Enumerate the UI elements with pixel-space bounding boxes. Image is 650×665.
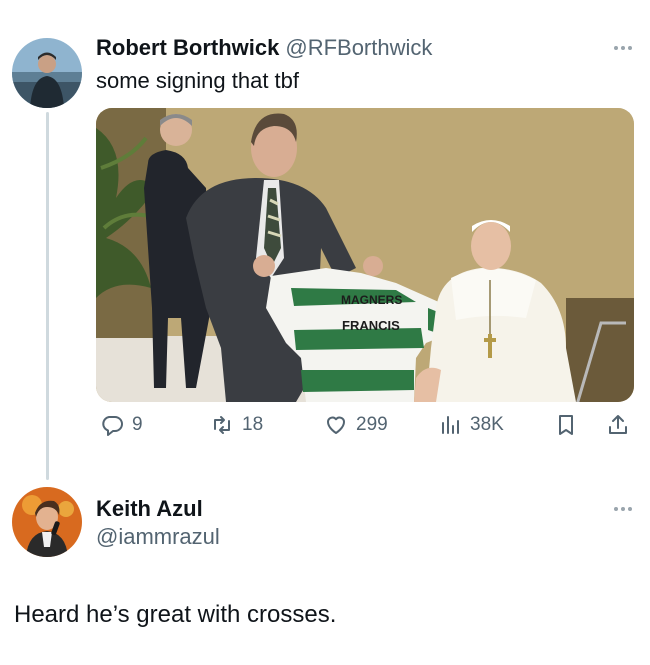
retweet-count: 18	[242, 414, 264, 435]
author-handle[interactable]: @iammrazul	[96, 524, 220, 550]
share-button[interactable]	[606, 413, 630, 437]
retweet-button[interactable]: 18	[210, 413, 263, 437]
avatar-photo	[12, 487, 82, 557]
views-button[interactable]: 38K	[438, 413, 504, 437]
tweet-text: some signing that tbf	[96, 68, 300, 93]
photo-scene: MAGNERS FRANCIS	[96, 108, 634, 402]
avatar-photo	[12, 38, 82, 108]
avatar[interactable]	[12, 487, 82, 557]
tweet-header: Robert Borthwick @RFBorthwick	[96, 35, 432, 61]
reply-icon	[102, 416, 123, 436]
jersey-name-text: FRANCIS	[342, 318, 400, 333]
heart-icon	[327, 416, 345, 434]
bookmark-button[interactable]	[554, 413, 578, 437]
bookmark-icon	[559, 415, 573, 435]
reply-button[interactable]: 9	[100, 413, 143, 437]
thread-connector-line	[46, 112, 49, 480]
like-count: 299	[356, 414, 388, 435]
author-name[interactable]: Robert Borthwick	[96, 35, 279, 61]
author-handle[interactable]: @RFBorthwick	[285, 35, 432, 61]
view-count: 38K	[470, 414, 504, 435]
more-icon[interactable]	[614, 46, 632, 50]
reply-count: 9	[132, 414, 143, 435]
author-name[interactable]: Keith Azul	[96, 496, 203, 522]
jersey-sponsor-text: MAGNERS	[341, 293, 402, 307]
views-icon	[442, 416, 459, 434]
tweet-text: Heard he’s great with crosses.	[14, 601, 337, 628]
avatar[interactable]	[12, 38, 82, 108]
like-button[interactable]: 299	[324, 413, 388, 437]
tweet-photo[interactable]: MAGNERS FRANCIS	[96, 108, 634, 402]
tweet-action-bar: 9 18 299 38K	[96, 413, 634, 447]
share-icon	[609, 415, 627, 434]
more-icon[interactable]	[614, 507, 632, 511]
retweet-icon	[214, 416, 230, 434]
